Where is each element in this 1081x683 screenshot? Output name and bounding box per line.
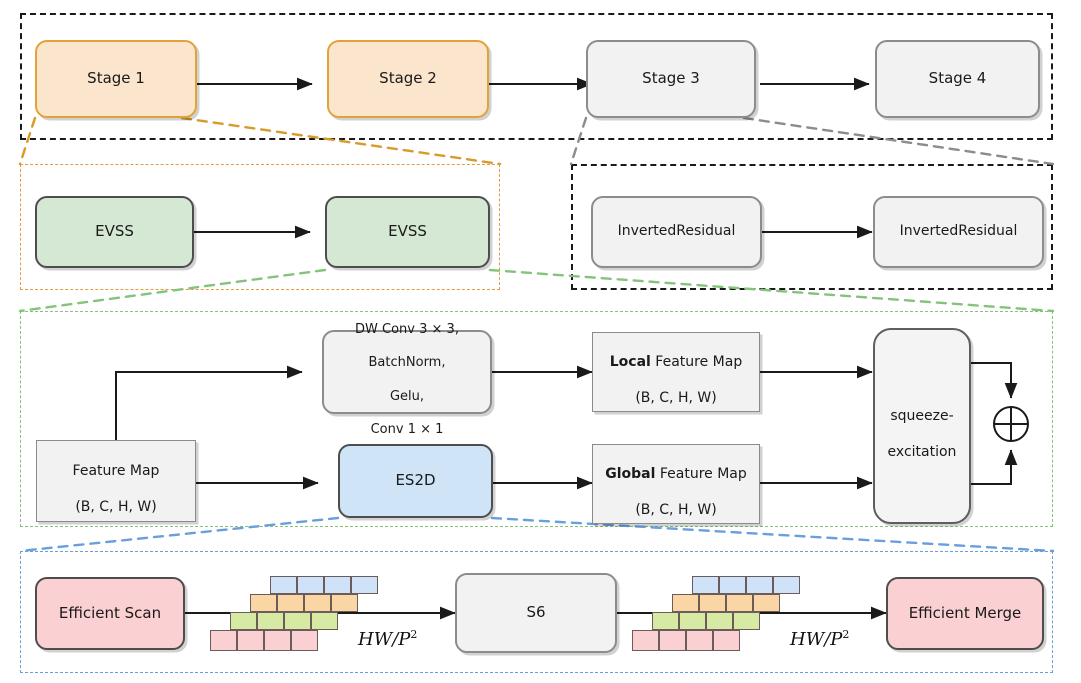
- token-cell: [351, 576, 378, 594]
- dw-conv-line1: DW Conv 3 × 3,: [355, 322, 459, 338]
- global-feature-map-rest: Feature Map: [655, 466, 747, 483]
- s6-node[interactable]: S6: [455, 573, 617, 653]
- token-cell: [692, 576, 719, 594]
- stage-4-node[interactable]: Stage 4: [875, 40, 1040, 118]
- token-cell: [284, 612, 311, 630]
- token-cell: [331, 594, 358, 612]
- stage-2-label: Stage 2: [379, 69, 437, 88]
- local-feature-map-rest: Feature Map: [650, 354, 743, 371]
- token-cell: [713, 630, 740, 651]
- token-cell: [753, 594, 780, 612]
- inverted-residual-node-1-label: InvertedResidual: [617, 223, 736, 240]
- token-count-left-exp: 2: [410, 628, 418, 641]
- token-cell: [237, 630, 264, 651]
- token-cell: [632, 630, 659, 651]
- token-cell: [257, 612, 284, 630]
- feature-map-line1: Feature Map: [72, 463, 160, 480]
- global-feature-map-emph: Global: [605, 466, 656, 483]
- evss-node-2-label: EVSS: [388, 222, 427, 241]
- stage-3-node[interactable]: Stage 3: [586, 40, 756, 118]
- token-grid-left: [210, 576, 378, 651]
- token-cell: [291, 630, 318, 651]
- token-count-label-left: HW/P2: [358, 628, 417, 650]
- dw-conv-line4: Conv 1 × 1: [370, 421, 444, 437]
- token-cell: [706, 612, 733, 630]
- sum-operator-node: [991, 404, 1031, 444]
- token-cell: [311, 612, 338, 630]
- token-cell: [652, 612, 679, 630]
- feature-map-label: Feature Map (B, C, H, W): [37, 445, 195, 517]
- token-cell: [746, 576, 773, 594]
- token-count-right-base: HW/P: [790, 629, 843, 650]
- token-cell: [733, 612, 760, 630]
- es2d-node[interactable]: ES2D: [338, 444, 493, 518]
- token-cell: [686, 630, 713, 651]
- efficient-merge-node[interactable]: Efficient Merge: [886, 577, 1044, 650]
- token-cell: [230, 612, 257, 630]
- stage-3-label: Stage 3: [642, 69, 700, 88]
- plus-circle-icon: [993, 406, 1029, 442]
- token-cell: [210, 630, 237, 651]
- stage-1-label: Stage 1: [87, 69, 145, 88]
- efficient-scan-node[interactable]: Efficient Scan: [35, 577, 185, 650]
- squeeze-excitation-label: squeeze- excitation: [875, 390, 969, 462]
- dw-conv-line3: Gelu,: [389, 388, 425, 404]
- local-feature-map-node[interactable]: Local Feature Map (B, C, H, W): [592, 332, 760, 412]
- inverted-residual-node-2[interactable]: InvertedResidual: [873, 196, 1044, 268]
- token-cell: [773, 576, 800, 594]
- token-cell: [324, 576, 351, 594]
- token-cell: [277, 594, 304, 612]
- token-cell: [719, 576, 746, 594]
- global-feature-map-node[interactable]: Global Feature Map (B, C, H, W): [592, 444, 760, 524]
- squeeze-excitation-line2: excitation: [887, 443, 957, 460]
- token-cell: [264, 630, 291, 651]
- squeeze-excitation-node[interactable]: squeeze- excitation: [873, 328, 971, 524]
- local-feature-map-line2: (B, C, H, W): [635, 389, 717, 406]
- local-feature-map-label: Local Feature Map (B, C, H, W): [593, 336, 759, 408]
- evss-node-2[interactable]: EVSS: [325, 196, 490, 268]
- token-count-left-base: HW/P: [358, 629, 411, 650]
- token-cell: [726, 594, 753, 612]
- token-cell: [699, 594, 726, 612]
- feature-map-node[interactable]: Feature Map (B, C, H, W): [36, 440, 196, 522]
- dw-conv-line2: BatchNorm,: [368, 355, 446, 371]
- token-cell: [659, 630, 686, 651]
- es2d-label: ES2D: [395, 471, 436, 490]
- global-feature-map-label: Global Feature Map (B, C, H, W): [593, 448, 759, 520]
- diagram-canvas: Stage 1 Stage 2 Stage 3 Stage 4 EVSS EVS…: [0, 0, 1081, 683]
- token-cell: [270, 576, 297, 594]
- inverted-residual-node-1[interactable]: InvertedResidual: [591, 196, 762, 268]
- evss-node-1[interactable]: EVSS: [35, 196, 194, 268]
- dw-conv-label: DW Conv 3 × 3, BatchNorm, Gelu, Conv 1 ×…: [324, 306, 490, 439]
- feature-map-line2: (B, C, H, W): [75, 498, 157, 515]
- token-cell: [297, 576, 324, 594]
- squeeze-excitation-line1: squeeze-: [890, 408, 954, 425]
- token-count-label-right: HW/P2: [790, 628, 849, 650]
- token-cell: [250, 594, 277, 612]
- token-cell: [679, 612, 706, 630]
- inverted-residual-node-2-label: InvertedResidual: [899, 223, 1018, 240]
- stage-4-label: Stage 4: [928, 69, 987, 88]
- stage-2-node[interactable]: Stage 2: [327, 40, 489, 118]
- efficient-merge-label: Efficient Merge: [908, 603, 1022, 622]
- evss-node-1-label: EVSS: [95, 222, 134, 241]
- stage-1-node[interactable]: Stage 1: [35, 40, 197, 118]
- local-feature-map-emph: Local: [609, 354, 651, 371]
- token-cell: [672, 594, 699, 612]
- efficient-scan-label: Efficient Scan: [58, 603, 162, 622]
- token-count-right-exp: 2: [842, 628, 850, 641]
- global-feature-map-line2: (B, C, H, W): [635, 501, 717, 518]
- s6-label: S6: [526, 603, 546, 622]
- token-cell: [304, 594, 331, 612]
- token-grid-right: [632, 576, 800, 651]
- dw-conv-node[interactable]: DW Conv 3 × 3, BatchNorm, Gelu, Conv 1 ×…: [322, 322, 492, 437]
